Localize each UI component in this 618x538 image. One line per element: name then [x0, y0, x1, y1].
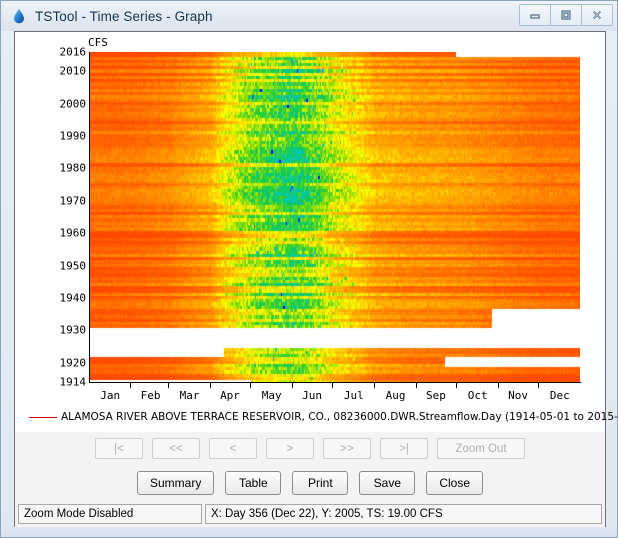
water-drop-icon: [11, 8, 27, 24]
save-button[interactable]: Save: [359, 471, 416, 495]
y-tick-label: 2000: [59, 97, 87, 111]
cursor-readout-status: X: Day 356 (Dec 22), Y: 2005, TS: 19.00 …: [205, 504, 602, 524]
y-tick-label: 2010: [59, 64, 87, 78]
close-button[interactable]: Close: [426, 471, 484, 495]
x-tick-mark: [130, 382, 132, 388]
x-tick-mark: [415, 382, 417, 388]
x-tick-mark: [538, 382, 540, 388]
title-bar: TSTool - Time Series - Graph: [1, 1, 617, 31]
minimize-button[interactable]: [519, 4, 551, 26]
graph-area[interactable]: CFS 1914 1920 1930 1940 1950 1960 1970 1980 1990…: [15, 32, 605, 404]
x-tick-label: May: [261, 389, 282, 402]
unit-label: CFS: [88, 36, 108, 49]
content-panel: CFS 1914 1920 1930 1940 1950 1960 1970 1980 1990…: [14, 31, 617, 527]
y-tick-label: 1950: [59, 259, 87, 273]
x-tick-mark: [456, 382, 458, 388]
action-toolbar: Summary Table Print Save Close: [15, 465, 605, 501]
y-tick-label: 1930: [59, 323, 87, 337]
x-tick-label: Apr: [220, 389, 240, 402]
x-tick-mark: [291, 382, 293, 388]
x-tick-label: Feb: [140, 389, 161, 402]
x-tick-label: Nov: [508, 389, 528, 402]
tstool-graph-window: TSTool - Time Series - Graph CFS 1914 19…: [0, 0, 618, 538]
nav-last-button[interactable]: >|: [380, 438, 428, 459]
y-tick-label: 1914: [59, 375, 87, 389]
legend: ALAMOSA RIVER ABOVE TERRACE RESERVOIR, C…: [15, 404, 617, 430]
table-button[interactable]: Table: [225, 471, 282, 495]
window-bottom-chrome: [1, 527, 617, 537]
nav-forward-button[interactable]: >: [266, 438, 314, 459]
x-tick-mark: [374, 382, 376, 388]
x-tick-label: Aug: [385, 389, 406, 402]
nav-back-button[interactable]: <: [209, 438, 257, 459]
raster-canvas[interactable]: [90, 52, 580, 382]
x-tick-label: Dec: [549, 389, 570, 402]
x-tick-label: Oct: [467, 389, 488, 402]
y-axis-line: [89, 52, 90, 383]
x-tick-label: Sep: [426, 389, 446, 402]
nav-page-fwd-button[interactable]: >>: [323, 438, 371, 459]
y-tick-label: 2016: [59, 45, 87, 59]
y-tick-label: 1970: [59, 194, 87, 208]
x-tick-mark: [209, 382, 211, 388]
navigation-toolbar: |< << < > >> >| Zoom Out: [15, 432, 605, 465]
x-tick-label: Mar: [179, 389, 200, 402]
nav-first-button[interactable]: |<: [95, 438, 143, 459]
x-tick-label: Jul: [343, 389, 364, 402]
y-tick-label: 1940: [59, 291, 87, 305]
print-button[interactable]: Print: [292, 471, 349, 495]
x-tick-mark: [168, 382, 170, 388]
y-tick-label: 1920: [59, 356, 87, 370]
legend-line-swatch: [29, 416, 57, 418]
nav-page-back-button[interactable]: <<: [152, 438, 200, 459]
legend-label: ALAMOSA RIVER ABOVE TERRACE RESERVOIR, C…: [61, 411, 618, 423]
raster-plot[interactable]: 1914 1920 1930 1940 1950 1960 1970 1980 1990 2000…: [60, 46, 581, 402]
y-tick-label: 1960: [59, 226, 87, 240]
zoom-mode-status: Zoom Mode Disabled: [18, 504, 202, 524]
y-tick-label: 1980: [59, 161, 87, 175]
window-controls: [519, 4, 613, 26]
zoom-out-button[interactable]: Zoom Out: [437, 438, 525, 459]
x-tick-mark: [332, 382, 334, 388]
x-tick-mark: [250, 382, 252, 388]
summary-button[interactable]: Summary: [136, 471, 215, 495]
y-tick-label: 1990: [59, 129, 87, 143]
x-tick-mark: [497, 382, 499, 388]
status-bar: Zoom Mode Disabled X: Day 356 (Dec 22), …: [15, 501, 605, 527]
window-title: TSTool - Time Series - Graph: [35, 8, 213, 24]
close-button[interactable]: [581, 4, 613, 26]
maximize-button[interactable]: [550, 4, 582, 26]
x-tick-label: Jun: [302, 389, 323, 402]
x-axis-line: [89, 382, 581, 383]
x-tick-label: Jan: [100, 389, 121, 402]
